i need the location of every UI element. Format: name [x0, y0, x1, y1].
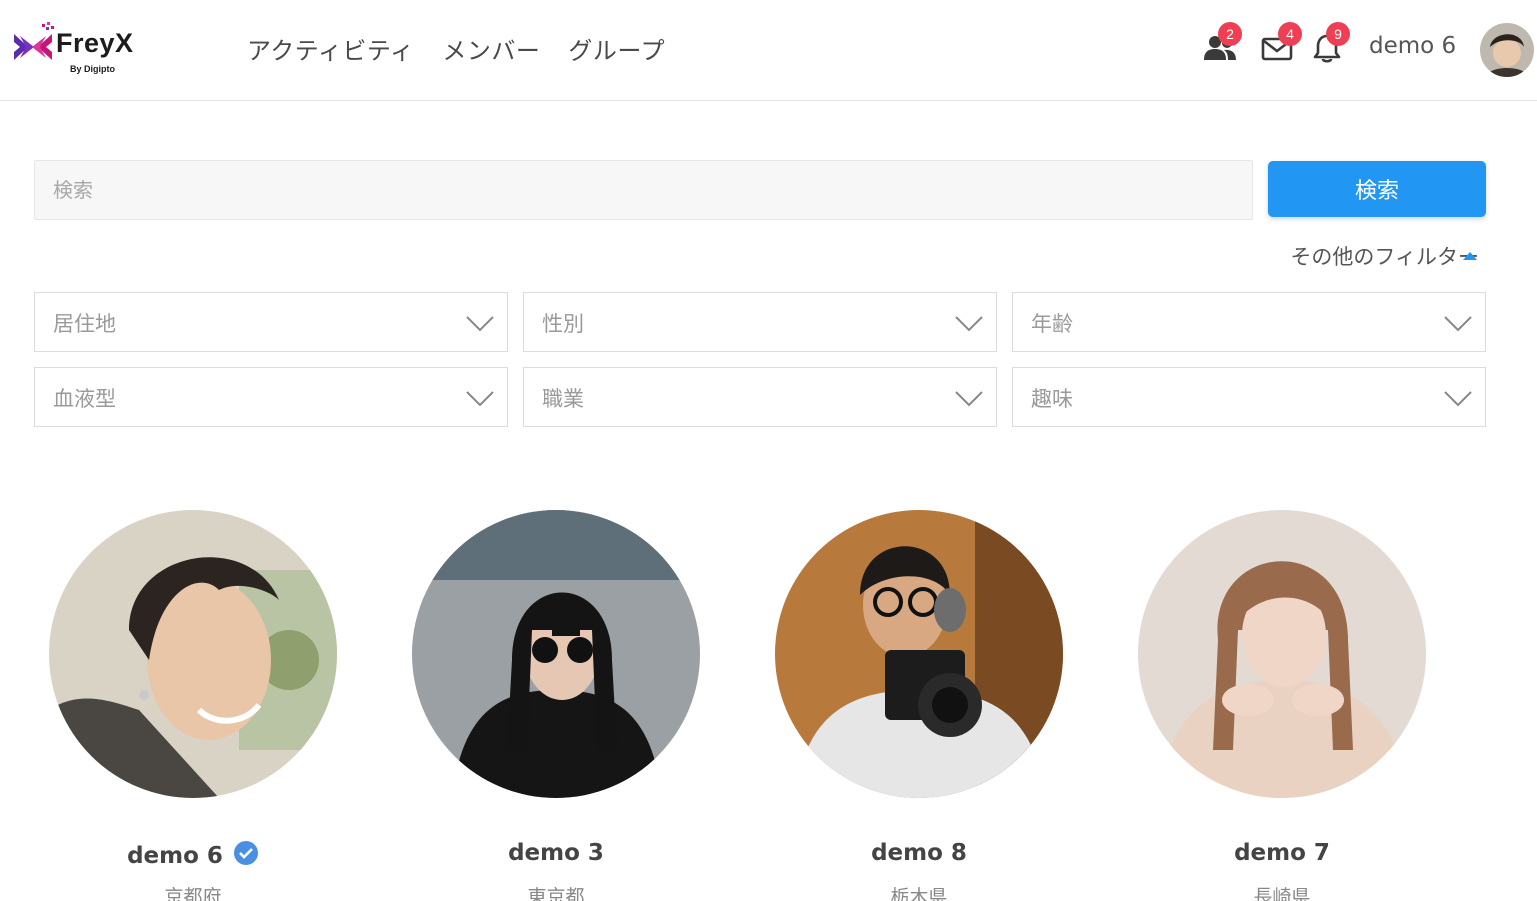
- filter-label: 年齢: [1031, 312, 1073, 336]
- filter-label: 職業: [542, 387, 584, 411]
- member-card: demo 3 東京都: [412, 510, 702, 901]
- member-photo[interactable]: [412, 510, 700, 798]
- chevron-down-icon: [466, 391, 494, 407]
- member-photo[interactable]: [49, 510, 337, 798]
- filter-age[interactable]: 年齢: [1012, 292, 1486, 352]
- member-location: 長崎県: [1253, 886, 1311, 901]
- filter-residence[interactable]: 居住地: [34, 292, 508, 352]
- friend-requests-button[interactable]: 2: [1202, 22, 1242, 64]
- member-location: 東京都: [527, 886, 585, 901]
- caret-up-icon[interactable]: [1463, 252, 1477, 260]
- logo-mark-icon: [14, 22, 54, 60]
- member-name[interactable]: demo 6: [49, 840, 337, 869]
- member-name[interactable]: demo 3: [412, 840, 700, 866]
- chevron-down-icon: [955, 316, 983, 332]
- filter-occupation[interactable]: 職業: [523, 367, 997, 427]
- member-card: demo 7 長崎県: [1138, 510, 1428, 901]
- current-user-name[interactable]: demo 6: [1369, 33, 1456, 59]
- member-location: 京都府: [164, 886, 222, 901]
- member-location: 栃木県: [890, 886, 948, 901]
- logo-wordmark: FreyX: [56, 28, 134, 58]
- filter-gender[interactable]: 性別: [523, 292, 997, 352]
- messages-button[interactable]: 4: [1260, 22, 1302, 64]
- logo-tagline: By Digipto: [70, 64, 115, 74]
- filter-hobby[interactable]: 趣味: [1012, 367, 1486, 427]
- verified-badge-icon: [233, 841, 258, 865]
- filter-label: 血液型: [53, 387, 116, 411]
- friend-requests-badge: 2: [1218, 22, 1242, 46]
- chevron-down-icon: [1444, 316, 1472, 332]
- member-name[interactable]: demo 7: [1138, 840, 1426, 866]
- filter-blood-type[interactable]: 血液型: [34, 367, 508, 427]
- member-photo[interactable]: [1138, 510, 1426, 798]
- search-button[interactable]: 検索: [1268, 161, 1486, 217]
- member-card: demo 6 京都府: [49, 510, 339, 901]
- top-header: FreyX By Digipto アクティビティ メンバー グループ 2 4 9…: [0, 0, 1537, 101]
- search-input[interactable]: [34, 160, 1253, 220]
- chevron-down-icon: [955, 391, 983, 407]
- nav-groups[interactable]: グループ: [568, 31, 665, 66]
- notifications-badge: 9: [1326, 22, 1350, 46]
- notifications-button[interactable]: 9: [1312, 22, 1350, 64]
- nav-activity[interactable]: アクティビティ: [247, 31, 414, 66]
- member-card: demo 8 栃木県: [775, 510, 1065, 901]
- freyx-logo[interactable]: FreyX By Digipto: [12, 22, 152, 76]
- filter-label: 居住地: [53, 312, 116, 336]
- user-avatar[interactable]: [1480, 23, 1534, 77]
- filter-label: 趣味: [1031, 387, 1073, 411]
- chevron-down-icon: [1444, 391, 1472, 407]
- filter-label: 性別: [542, 312, 584, 336]
- messages-badge: 4: [1278, 22, 1302, 46]
- nav-members[interactable]: メンバー: [442, 31, 540, 66]
- chevron-down-icon: [466, 316, 494, 332]
- main-nav: アクティビティ メンバー グループ: [247, 31, 665, 66]
- member-photo[interactable]: [775, 510, 1063, 798]
- member-name[interactable]: demo 8: [775, 840, 1063, 866]
- more-filters-toggle[interactable]: その他のフィルター: [1290, 241, 1479, 271]
